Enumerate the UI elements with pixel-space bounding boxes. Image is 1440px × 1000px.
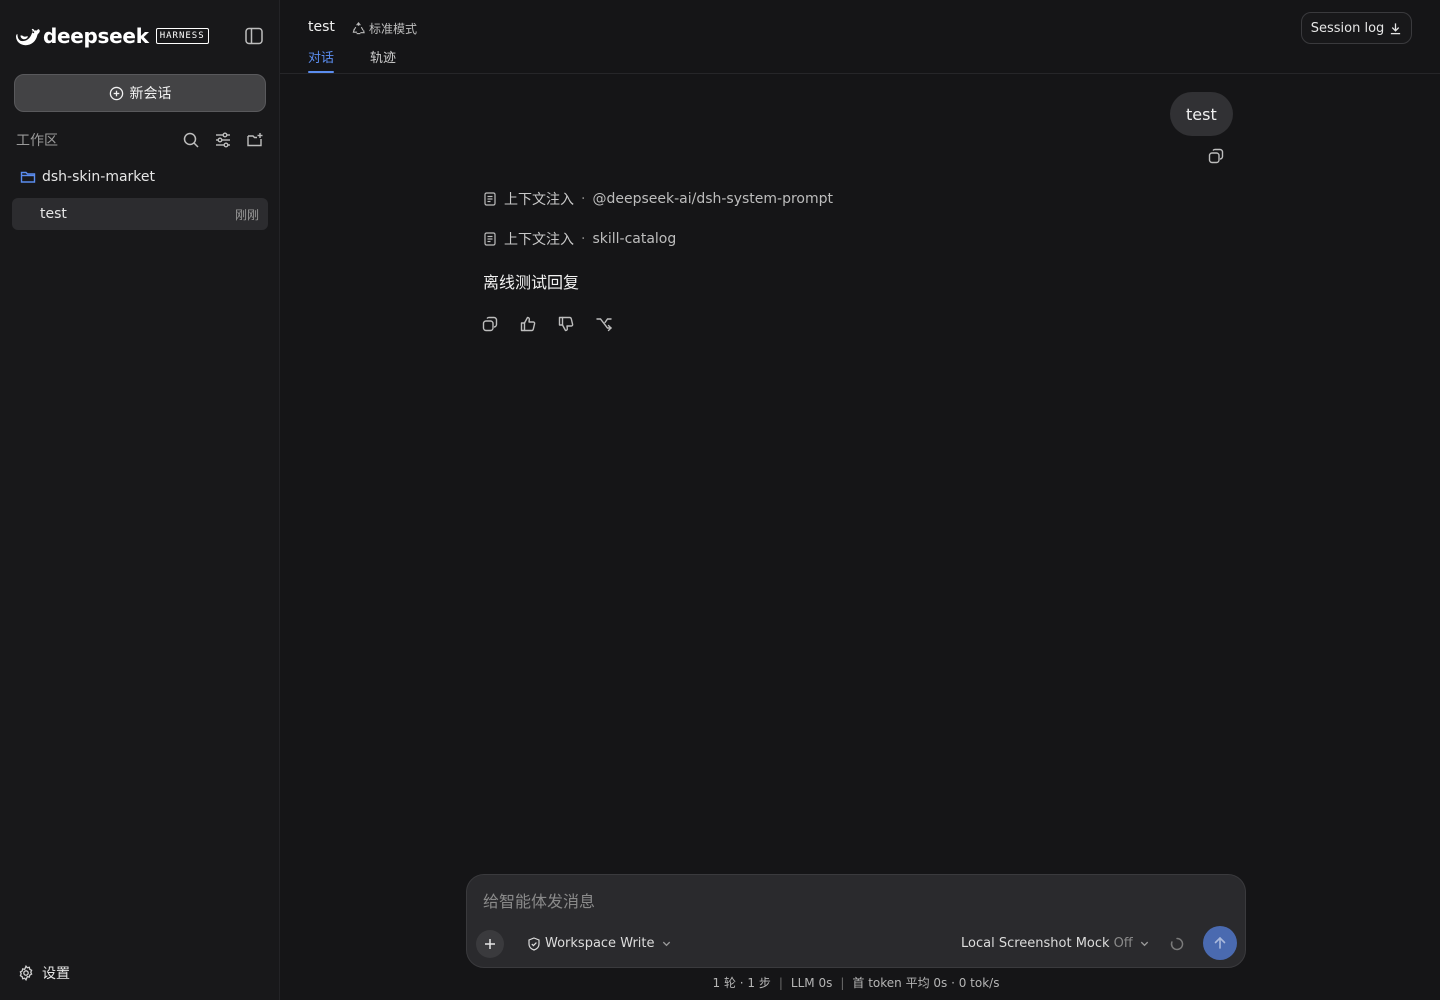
app-root: deepseek HARNESS 新会话 工作区 dsh-skin-market…	[0, 0, 1440, 1000]
brand-name: deepseek	[43, 24, 149, 48]
context-injection-item[interactable]: 上下文注入 · @deepseek-ai/dsh-system-prompt	[483, 189, 833, 209]
new-chat-label: 新会话	[129, 86, 172, 102]
folder-icon	[20, 171, 36, 183]
tab-conversation[interactable]: 对话	[308, 47, 334, 66]
copy-icon[interactable]	[481, 315, 499, 333]
search-icon[interactable]	[182, 131, 200, 149]
shield-icon	[528, 936, 540, 951]
injection-separator: ·	[581, 231, 586, 247]
permission-dropdown[interactable]: Workspace Write	[527, 936, 672, 951]
stats-divider: |	[778, 976, 783, 990]
reply-actions	[481, 315, 613, 333]
mode-label: 标准模式	[369, 22, 418, 36]
stats-llm: LLM 0s	[790, 976, 833, 990]
workspace-folder[interactable]: dsh-skin-market	[20, 169, 155, 185]
session-item[interactable]: test 刚刚	[12, 198, 268, 230]
permission-label: Workspace Write	[545, 936, 655, 951]
settings-label: 设置	[42, 966, 70, 982]
context-injection-item[interactable]: 上下文注入 · skill-catalog	[483, 229, 676, 249]
recycle-icon	[352, 22, 365, 35]
stats-tokens: 首 token 平均 0s · 0 tok/s	[852, 976, 1000, 990]
workspace-label: 工作区	[16, 133, 58, 149]
assistant-reply: 离线测试回复	[483, 273, 580, 292]
stats-turns: 1 轮 · 1 步	[712, 976, 771, 990]
injection-target: skill-catalog	[592, 231, 677, 247]
injection-label: 上下文注入	[504, 232, 574, 248]
session-title-header: test	[308, 19, 335, 35]
sidebar: deepseek HARNESS 新会话 工作区 dsh-skin-market…	[0, 0, 280, 1000]
mode-indicator[interactable]: 标准模式	[352, 20, 417, 37]
workspace-tools	[182, 131, 264, 149]
whale-logo-icon	[16, 26, 40, 46]
document-icon	[484, 232, 496, 246]
mock-label: Local Screenshot Mock	[961, 936, 1110, 951]
injection-separator: ·	[581, 191, 586, 207]
sidebar-toggle-icon[interactable]	[244, 27, 264, 45]
thumbs-up-icon[interactable]	[519, 315, 537, 333]
screenshot-mock-dropdown[interactable]: Local Screenshot Mock Off	[961, 936, 1150, 951]
main-panel: test 标准模式 对话 轨迹 Session log test 上下文注入 ·…	[280, 0, 1440, 1000]
attach-button[interactable]	[476, 930, 504, 958]
folder-name: dsh-skin-market	[42, 169, 156, 185]
workspace-header: 工作区	[16, 130, 266, 150]
thumbs-down-icon[interactable]	[557, 315, 575, 333]
session-time: 刚刚	[234, 207, 259, 222]
chevron-down-icon	[1140, 941, 1148, 947]
send-button[interactable]	[1203, 926, 1237, 960]
mock-state: Off	[1113, 936, 1133, 951]
message-input[interactable]	[483, 890, 1223, 912]
session-title: test	[40, 206, 67, 222]
spinner-icon	[1169, 936, 1185, 952]
stats-bar: 1 轮 · 1 步 | LLM 0s | 首 token 平均 0s · 0 tok/s	[280, 974, 1432, 991]
new-folder-icon[interactable]	[246, 131, 264, 149]
plus-icon	[485, 939, 495, 949]
document-icon	[484, 192, 496, 206]
brand-badge: HARNESS	[155, 28, 209, 44]
download-icon	[1391, 22, 1401, 34]
active-tab-indicator	[308, 71, 334, 73]
gear-icon	[19, 965, 33, 981]
injection-label: 上下文注入	[504, 192, 574, 208]
message-composer: Workspace Write Local Screenshot Mock Of…	[466, 874, 1246, 968]
brand-logo[interactable]: deepseek HARNESS	[16, 26, 209, 46]
tab-trace[interactable]: 轨迹	[370, 47, 396, 66]
new-chat-button[interactable]: 新会话	[14, 74, 266, 112]
plus-circle-icon	[109, 86, 123, 100]
branch-icon[interactable]	[595, 315, 613, 333]
chevron-down-icon	[662, 941, 670, 947]
settings-button[interactable]: 设置	[18, 963, 70, 983]
session-log-label: Session log	[1310, 20, 1385, 36]
user-message-text: test	[1186, 104, 1217, 124]
session-log-button[interactable]: Session log	[1301, 12, 1412, 44]
copy-icon[interactable]	[1207, 147, 1225, 165]
user-message-bubble: test	[1170, 92, 1233, 136]
sliders-icon[interactable]	[214, 131, 232, 149]
injection-target: @deepseek-ai/dsh-system-prompt	[592, 191, 834, 207]
arrow-up-icon	[1214, 936, 1226, 949]
stats-divider: |	[840, 976, 845, 990]
top-bar: test 标准模式 对话 轨迹 Session log	[280, 0, 1440, 74]
